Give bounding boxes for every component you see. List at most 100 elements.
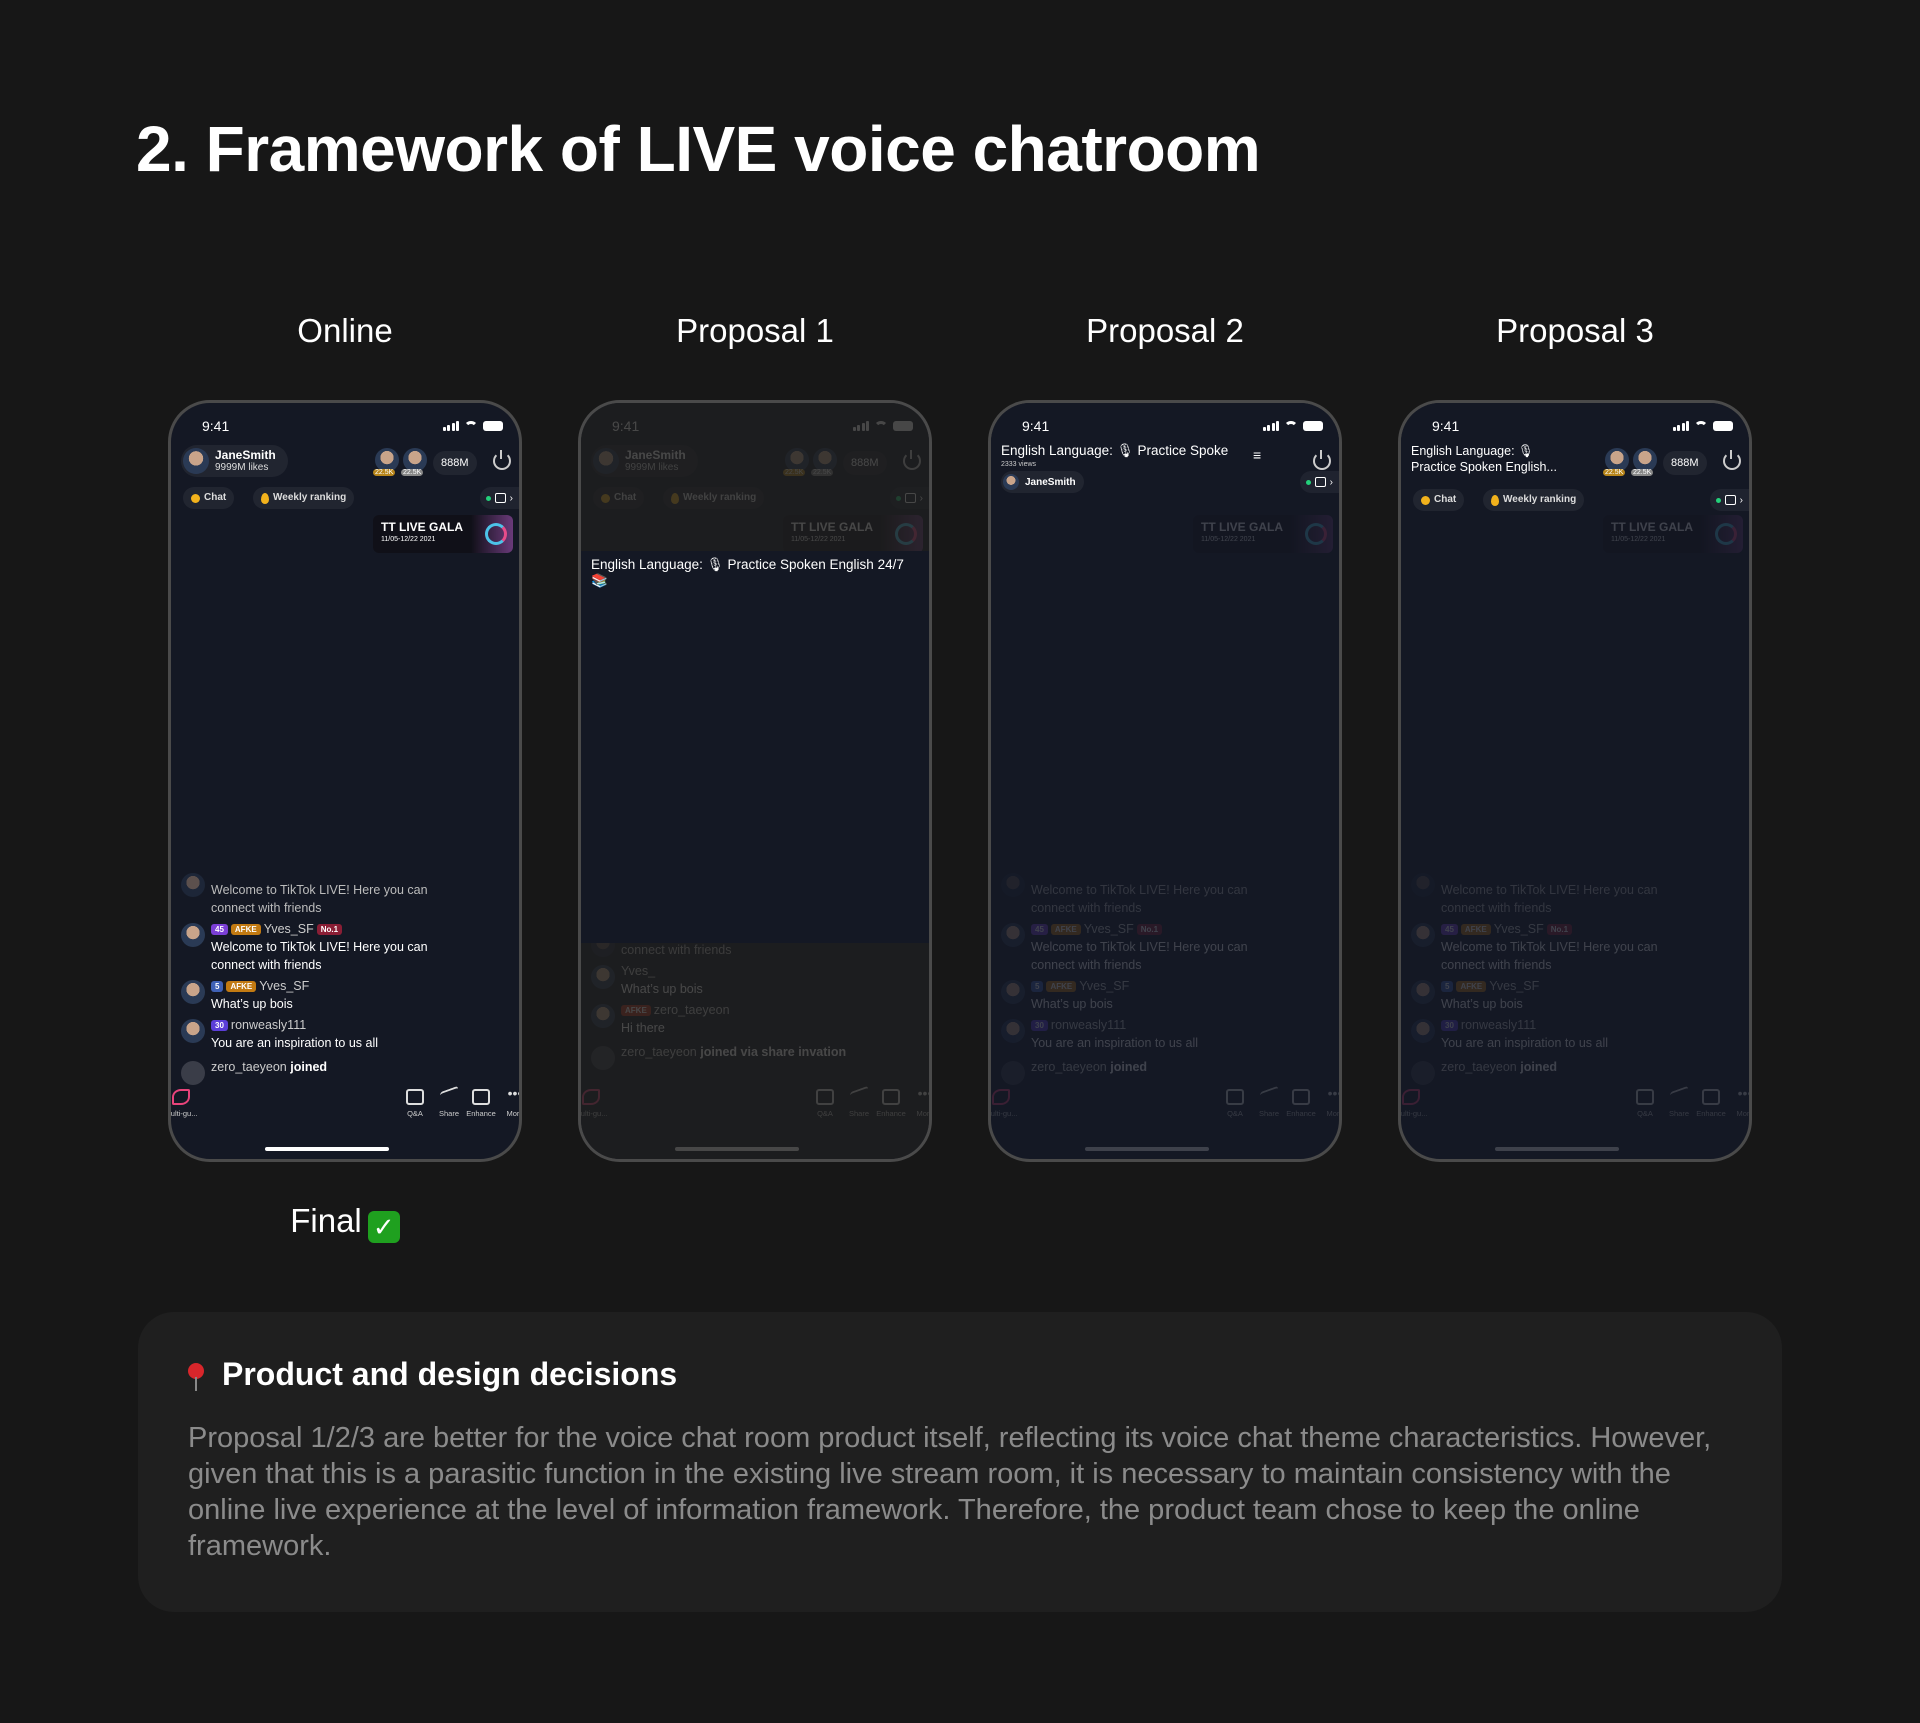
more-button[interactable]: ••• More bbox=[495, 1086, 519, 1118]
more-button[interactable]: ••• More bbox=[1315, 1085, 1342, 1118]
chat-username[interactable]: ronweasly111 bbox=[231, 1016, 306, 1034]
power-icon[interactable] bbox=[1313, 450, 1331, 470]
chip-chat[interactable]: Chat bbox=[593, 487, 645, 509]
live-home-icon bbox=[494, 493, 506, 503]
top-viewer-avatar[interactable]: 22.5K bbox=[1603, 448, 1629, 476]
enhance-icon bbox=[1702, 1089, 1720, 1105]
chat-list[interactable]: Welcome to TikTok LIVE! Here you can con… bbox=[1411, 873, 1701, 1085]
top-viewer-avatar[interactable]: 22.5K bbox=[1631, 448, 1657, 476]
user-badge: 5 bbox=[1441, 980, 1454, 992]
more-button[interactable]: ••• More bbox=[905, 1086, 929, 1118]
chat-username[interactable]: Yves_SF bbox=[1489, 977, 1539, 995]
chip-weekly-ranking[interactable]: Weekly ranking bbox=[663, 487, 765, 509]
chip-label: Weekly ranking bbox=[1503, 494, 1577, 505]
chat-username[interactable]: Yves_SF bbox=[264, 920, 314, 938]
avatar[interactable] bbox=[1411, 1019, 1435, 1043]
tt-live-gala-banner[interactable]: TT LIVE GALA 11/05-12/22 2021 bbox=[1603, 515, 1743, 553]
host-pill[interactable]: JaneSmith 9999M likes bbox=[591, 445, 698, 477]
live-dot-icon bbox=[1715, 497, 1721, 503]
chip-weekly-ranking[interactable]: Weekly ranking bbox=[253, 487, 355, 509]
more-button[interactable]: ••• More bbox=[1725, 1086, 1752, 1118]
top-viewer-avatar[interactable]: 22.5K bbox=[811, 448, 837, 476]
multi-guest-button[interactable]: Multi-gu... bbox=[991, 1089, 1021, 1118]
battery-icon bbox=[1713, 421, 1733, 431]
top-viewer-avatar[interactable]: 22.5K bbox=[373, 448, 399, 476]
chat-text: What’s up bois bbox=[621, 982, 703, 996]
avatar[interactable] bbox=[591, 1004, 615, 1028]
avatar[interactable] bbox=[591, 965, 615, 989]
avatar[interactable] bbox=[1001, 1019, 1025, 1043]
top-viewers[interactable]: 22.5K 22.5K bbox=[373, 448, 427, 476]
chat-username[interactable]: ronweasly111 bbox=[1461, 1016, 1536, 1034]
chat-username: zero_taeyeon bbox=[621, 1045, 697, 1059]
chat-username[interactable]: Yves_ bbox=[621, 962, 655, 980]
host-pill[interactable]: JaneSmith 9999M likes bbox=[181, 445, 288, 477]
live-home-icon bbox=[1724, 495, 1736, 505]
avatar[interactable] bbox=[181, 980, 205, 1004]
viewer-count-pill[interactable]: 888M bbox=[433, 451, 477, 475]
chat-list[interactable]: connect with friends Yves_ What’s up bois A… bbox=[591, 933, 881, 1070]
avatar[interactable] bbox=[1411, 980, 1435, 1004]
chat-username[interactable]: Yves_SF bbox=[1084, 920, 1134, 938]
chat-list[interactable]: Welcome to TikTok LIVE! Here you can con… bbox=[181, 873, 471, 1085]
more-icon: ••• bbox=[1327, 1085, 1342, 1101]
tt-live-gala-banner[interactable]: TT LIVE GALA 11/05-12/22 2021 bbox=[1193, 515, 1333, 553]
chevron-right-icon: › bbox=[1329, 476, 1333, 488]
avatar[interactable] bbox=[181, 923, 205, 947]
home-indicator bbox=[265, 1147, 389, 1151]
room-title[interactable]: English Language: 🎙 Practice Spoke bbox=[991, 443, 1241, 459]
chat-icon bbox=[1421, 495, 1430, 505]
avatar[interactable] bbox=[1001, 923, 1025, 947]
signal-icon bbox=[852, 421, 869, 431]
page-title: 2. Framework of LIVE voice chatroom bbox=[136, 113, 1261, 185]
status-icons bbox=[442, 421, 503, 431]
multi-guest-button[interactable]: Multi-gu... bbox=[171, 1089, 201, 1118]
live-dot-icon bbox=[485, 495, 491, 501]
power-icon[interactable] bbox=[903, 450, 921, 470]
top-viewer-avatar[interactable]: 22.5K bbox=[783, 448, 809, 476]
avatar[interactable] bbox=[1001, 980, 1025, 1004]
multi-guest-button[interactable]: Multi-gu... bbox=[581, 1089, 611, 1118]
playlist-icon[interactable]: ≡ bbox=[1253, 447, 1261, 463]
chip-chat[interactable]: Chat bbox=[183, 487, 235, 509]
viewer-count-pill[interactable]: 888M bbox=[843, 451, 887, 475]
top-viewers[interactable]: 22.5K 22.5K bbox=[1603, 448, 1657, 476]
wave-icon bbox=[591, 1046, 615, 1070]
chat-username[interactable]: Yves_SF bbox=[259, 977, 309, 995]
more-label: More bbox=[1736, 1109, 1752, 1118]
chip-weekly-ranking[interactable]: Weekly ranking bbox=[1483, 489, 1585, 511]
explore-button[interactable]: › bbox=[479, 487, 519, 509]
room-title[interactable]: English Language: 🎙 Practice Spoken Engl… bbox=[1401, 443, 1576, 475]
top-viewer-avatar[interactable]: 22.5K bbox=[401, 448, 427, 476]
chat-message: 30 ronweasly111 You are an inspiration to … bbox=[1411, 1016, 1701, 1052]
multi-guest-button[interactable]: Multi-gu... bbox=[1401, 1089, 1431, 1118]
home-indicator bbox=[675, 1147, 799, 1151]
signal-icon bbox=[1672, 421, 1689, 431]
chat-username[interactable]: Yves_SF bbox=[1494, 920, 1544, 938]
chat-username[interactable]: zero_taeyeon bbox=[654, 1001, 730, 1019]
explore-button[interactable]: › bbox=[889, 487, 929, 509]
user-badge: AFKE bbox=[621, 1004, 651, 1016]
top-viewers[interactable]: 22.5K 22.5K bbox=[783, 448, 837, 476]
header-panel: 9:41 English Language: 🎙 Practice Spoke … bbox=[991, 403, 1339, 513]
avatar bbox=[1411, 873, 1435, 897]
viewer-count-pill[interactable]: 888M bbox=[1663, 451, 1707, 475]
tt-live-gala-banner[interactable]: TT LIVE GALA 11/05-12/22 2021 bbox=[783, 515, 923, 553]
qa-label: Q&A bbox=[1637, 1109, 1653, 1118]
chat-message: AFKE zero_taeyeon Hi there bbox=[591, 1001, 881, 1037]
chat-username[interactable]: ronweasly111 bbox=[1051, 1016, 1126, 1034]
avatar[interactable] bbox=[181, 1019, 205, 1043]
user-badge: 45 bbox=[211, 923, 228, 935]
explore-button[interactable]: › bbox=[1299, 471, 1339, 493]
chip-chat[interactable]: Chat bbox=[1413, 489, 1465, 511]
host-pill[interactable]: JaneSmith bbox=[1001, 471, 1084, 493]
explore-button[interactable]: › bbox=[1709, 489, 1749, 511]
tt-live-gala-banner[interactable]: TT LIVE GALA 11/05-12/22 2021 bbox=[373, 515, 513, 553]
chat-list[interactable]: Welcome to TikTok LIVE! Here you can con… bbox=[1001, 873, 1291, 1085]
power-icon[interactable] bbox=[1723, 450, 1741, 470]
avatar[interactable] bbox=[1411, 923, 1435, 947]
power-icon[interactable] bbox=[493, 450, 511, 470]
qa-label: Q&A bbox=[407, 1109, 423, 1118]
chat-message: Welcome to TikTok LIVE! Here you can con… bbox=[1001, 873, 1291, 917]
chat-username[interactable]: Yves_SF bbox=[1079, 977, 1129, 995]
